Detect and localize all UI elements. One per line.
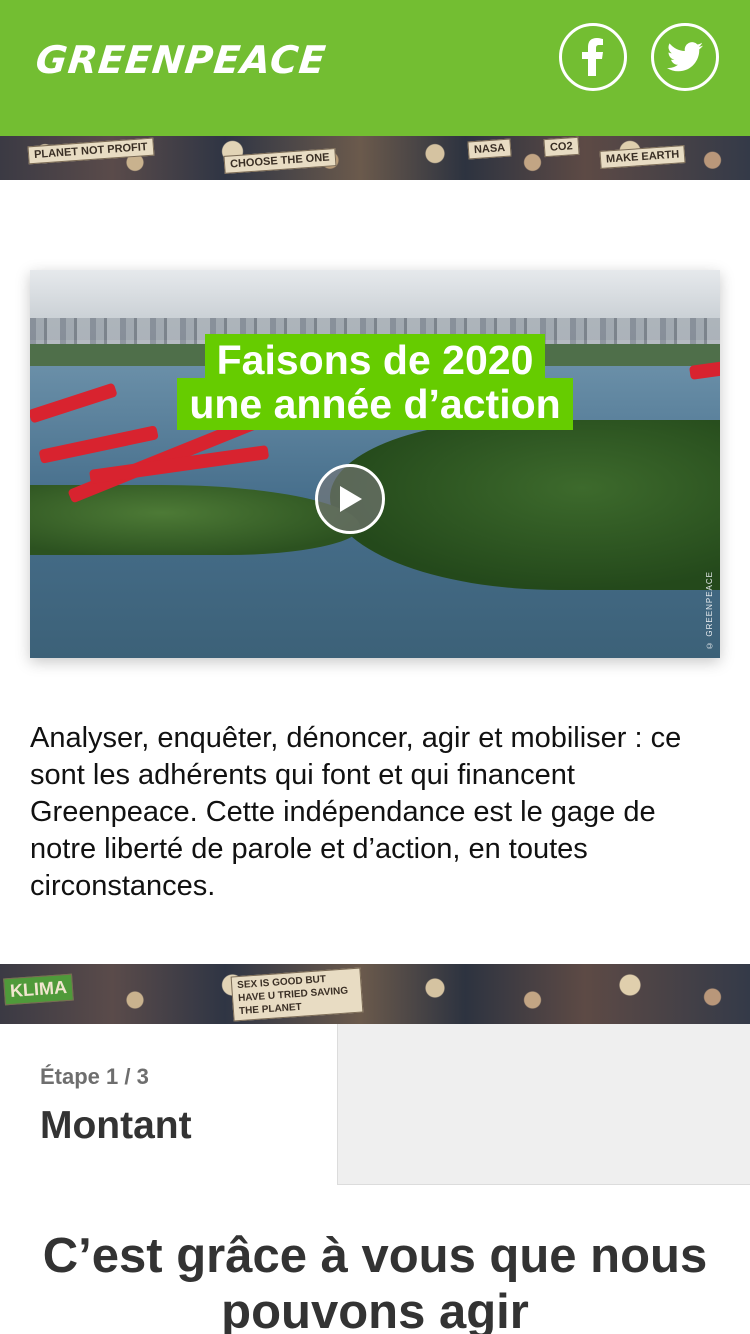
facebook-icon <box>582 38 603 76</box>
twitter-icon <box>667 42 703 72</box>
protest-sign: PLANET NOT PROFIT <box>27 137 155 165</box>
protest-sign: SEX IS GOOD BUT HAVE U TRIED SAVING THE … <box>230 967 364 1022</box>
video-headline-line2: une année d’action <box>30 378 720 430</box>
photo-credit: © GREENPEACE <box>705 571 714 650</box>
site-header: GREENPEACE <box>0 0 750 136</box>
step-title: Montant <box>40 1104 192 1147</box>
protest-sign: CHOOSE THE ONE <box>223 148 337 174</box>
protest-sign: CO2 <box>543 136 580 158</box>
twitter-share-button[interactable] <box>651 23 719 91</box>
protest-sign: KLIMA <box>3 973 74 1006</box>
protest-sign: MAKE EARTH <box>599 145 686 169</box>
protest-sign: NASA <box>467 138 512 160</box>
form-side-panel <box>337 1024 750 1185</box>
campaign-video[interactable]: Faisons de 2020 une année d’action © GRE… <box>30 270 720 658</box>
cta-heading: C’est grâce à vous que nous pouvons agir <box>42 1229 708 1334</box>
facebook-share-button[interactable] <box>559 23 627 91</box>
step-indicator: Étape 1 / 3 <box>40 1064 149 1089</box>
greenpeace-logo[interactable]: GREENPEACE <box>34 38 329 82</box>
crowd-photo-strip: KLIMA SEX IS GOOD BUT HAVE U TRIED SAVIN… <box>0 964 750 1024</box>
play-icon <box>340 486 362 512</box>
crowd-photo-strip: PLANET NOT PROFIT CHOOSE THE ONE NASA MA… <box>0 136 750 180</box>
intro-paragraph: Analyser, enquêter, dénoncer, agir et mo… <box>30 722 682 902</box>
play-button[interactable] <box>315 464 385 534</box>
